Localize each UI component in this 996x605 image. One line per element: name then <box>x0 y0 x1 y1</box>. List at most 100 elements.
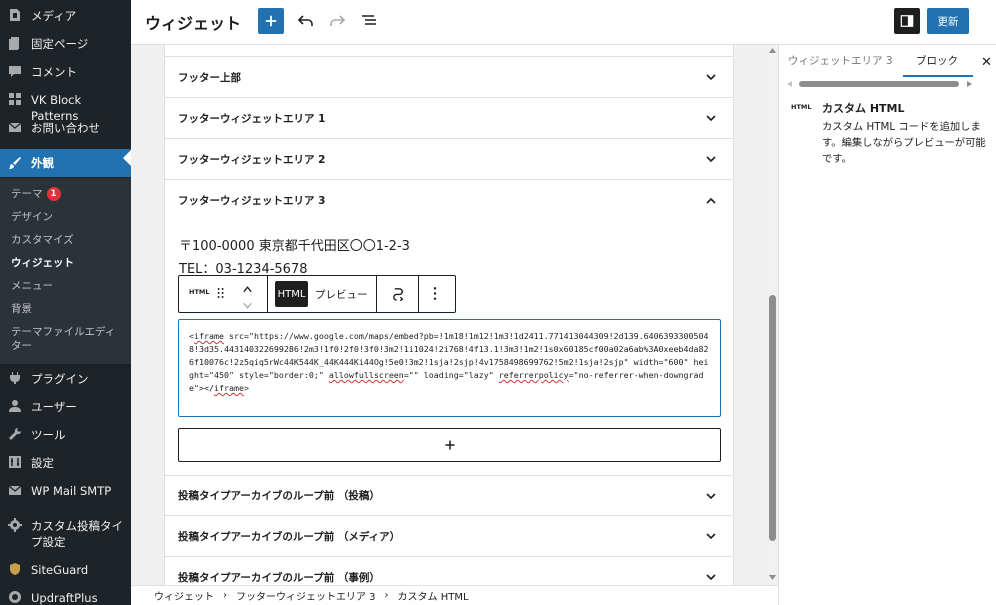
editor-canvas: フッター上部 フッターウィジェットエリア 1 フッターウィジェットエリア 2 フ… <box>131 45 778 585</box>
wrench-icon <box>8 427 22 441</box>
scroll-up-icon[interactable] <box>769 47 776 53</box>
menu-label: 固定ページ <box>31 37 89 51</box>
widget-area-title: フッターウィジェットエリア 1 <box>178 112 326 125</box>
menu-item-appearance[interactable]: 外観 <box>0 149 131 177</box>
tab-widget-area[interactable]: ウィジェットエリア 3 <box>788 53 893 68</box>
breadcrumb-separator-icon: › <box>223 590 227 601</box>
tab-block[interactable]: ブロック <box>916 53 958 68</box>
menu-label: WP Mail SMTP <box>31 484 112 498</box>
menu-label: ユーザー <box>31 400 77 414</box>
block-inserter-button[interactable] <box>258 8 284 34</box>
breadcrumb-item[interactable]: カスタム HTML <box>398 588 469 603</box>
submenu-item-theme[interactable]: テーマ 1 <box>11 187 61 201</box>
plugin-icon <box>8 371 22 385</box>
add-block-button[interactable] <box>178 428 721 462</box>
widget-area-list: フッター上部 フッターウィジェットエリア 1 フッターウィジェットエリア 2 フ… <box>164 45 734 585</box>
widget-area-archive-media[interactable]: 投稿タイプアーカイブのループ前 （メディア） <box>165 516 733 557</box>
code-text: iframe <box>213 383 244 393</box>
menu-item-tools[interactable]: ツール <box>0 427 131 443</box>
media-icon <box>8 8 22 22</box>
code-text: referrerpolicy <box>498 370 569 380</box>
widget-area-archive-posts[interactable]: 投稿タイプアーカイブのループ前 （投稿） <box>165 475 733 516</box>
widget-area-title: フッターウィジェットエリア 2 <box>178 153 326 166</box>
code-text: iframe <box>194 331 224 341</box>
chevron-down-icon <box>705 530 717 542</box>
widget-area-title: フッター上部 <box>178 71 241 84</box>
settings-icon <box>8 455 22 469</box>
widget-area-title: 投稿タイプアーカイブのループ前 （事例） <box>178 571 380 584</box>
preview-tab-button[interactable]: プレビュー <box>315 287 368 302</box>
transform-icon[interactable] <box>391 286 406 305</box>
submenu-label: テーマ <box>11 188 43 200</box>
widget-area-footer-top[interactable]: フッター上部 <box>165 57 733 98</box>
menu-item-users[interactable]: ユーザー <box>0 399 131 415</box>
list-view-icon <box>362 15 376 25</box>
chevron-down-icon <box>705 71 717 83</box>
menu-item-settings[interactable]: 設定 <box>0 455 131 471</box>
widget-area-footer-3[interactable]: フッターウィジェットエリア 3 <box>165 180 733 221</box>
breadcrumb-separator-icon: › <box>384 590 389 601</box>
menu-label: お問い合わせ <box>31 121 100 135</box>
menu-item-siteguard[interactable]: SiteGuard <box>0 562 131 578</box>
comment-icon <box>8 64 22 78</box>
menu-item-custom-post-type[interactable]: カスタム投稿タイプ設定 <box>0 518 131 550</box>
block-toolbar: HTML HTML プレビュー <box>178 275 456 313</box>
address-paragraph[interactable]: 〒100-0000 東京都千代田区〇〇1-2-3 <box>179 235 410 254</box>
undo-button[interactable] <box>295 10 317 32</box>
menu-label: ツール <box>31 428 66 442</box>
menu-label: 外観 <box>31 156 54 170</box>
breadcrumb-item[interactable]: ウィジェット <box>154 588 214 603</box>
settings-toggle-button[interactable] <box>894 8 920 34</box>
widget-area-title: 投稿タイプアーカイブのループ前 （投稿） <box>178 490 380 502</box>
sidebar-icon <box>900 15 914 27</box>
mail-icon <box>8 120 22 134</box>
canvas-scrollbar[interactable] <box>767 45 778 585</box>
active-tab-indicator <box>903 75 973 77</box>
html-tab-button[interactable]: HTML <box>275 281 308 307</box>
block-type-icon[interactable]: HTML <box>189 288 209 296</box>
widget-area-archive-cases[interactable]: 投稿タイプアーカイブのループ前 （事例） <box>165 557 733 585</box>
update-button[interactable]: 更新 <box>927 8 969 34</box>
submenu-item-design[interactable]: デザイン <box>11 210 53 224</box>
chevron-up-icon <box>705 195 717 207</box>
redo-button[interactable] <box>326 10 348 32</box>
redo-icon <box>330 15 346 26</box>
chevron-down-icon <box>705 571 717 583</box>
shield-icon <box>8 562 22 576</box>
menu-label: SiteGuard <box>31 563 89 577</box>
menu-item-pages[interactable]: 固定ページ <box>0 36 131 52</box>
submenu-item-background[interactable]: 背景 <box>11 302 32 316</box>
menu-item-comments[interactable]: コメント <box>0 64 131 80</box>
envelope-icon <box>8 483 22 497</box>
menu-item-wp-mail-smtp[interactable]: WP Mail SMTP <box>0 483 131 499</box>
widget-area-title: 投稿タイプアーカイブのループ前 （メディア） <box>178 530 401 543</box>
widget-area-footer-1[interactable]: フッターウィジェットエリア 1 <box>165 98 733 139</box>
close-icon[interactable]: ✕ <box>981 55 992 70</box>
html-code-textarea[interactable]: <iframe src="https://www.google.com/maps… <box>178 319 721 417</box>
block-breadcrumb: ウィジェット › フッターウィジェットエリア 3 › カスタム HTML <box>131 585 778 605</box>
more-options-icon[interactable] <box>433 286 437 305</box>
menu-item-updraftplus[interactable]: UpdraftPlus <box>0 590 131 605</box>
scroll-down-icon[interactable] <box>769 575 776 581</box>
menu-label: 設定 <box>31 456 54 470</box>
submenu-item-menus[interactable]: メニュー <box>11 279 53 293</box>
scroll-thumb[interactable] <box>769 295 776 541</box>
code-text: allowfullscreen <box>328 370 404 380</box>
appearance-submenu: テーマ 1 デザイン カスタマイズ ウィジェット メニュー 背景 テーマファイルエ… <box>0 178 131 364</box>
html-block-icon: HTML <box>791 103 812 111</box>
tabs-scrollbar[interactable] <box>787 80 972 88</box>
widget-area-footer-2[interactable]: フッターウィジェットエリア 2 <box>165 139 733 180</box>
submenu-item-customize[interactable]: カスタマイズ <box>11 233 74 247</box>
submenu-item-theme-file-editor[interactable]: テーマファイルエディター <box>11 325 123 353</box>
list-view-button[interactable] <box>358 10 380 32</box>
submenu-item-widgets[interactable]: ウィジェット <box>11 256 74 270</box>
breadcrumb-item[interactable]: フッターウィジェットエリア 3 <box>236 588 376 603</box>
menu-label: コメント <box>31 65 77 79</box>
menu-item-media[interactable]: メディア <box>0 8 131 24</box>
menu-item-contact[interactable]: お問い合わせ <box>0 120 131 136</box>
block-card-title: カスタム HTML <box>822 102 905 115</box>
menu-item-plugins[interactable]: プラグイン <box>0 371 131 387</box>
move-down-icon[interactable] <box>242 296 253 315</box>
menu-label: メディア <box>31 9 77 23</box>
drag-handle-icon[interactable] <box>217 285 225 304</box>
